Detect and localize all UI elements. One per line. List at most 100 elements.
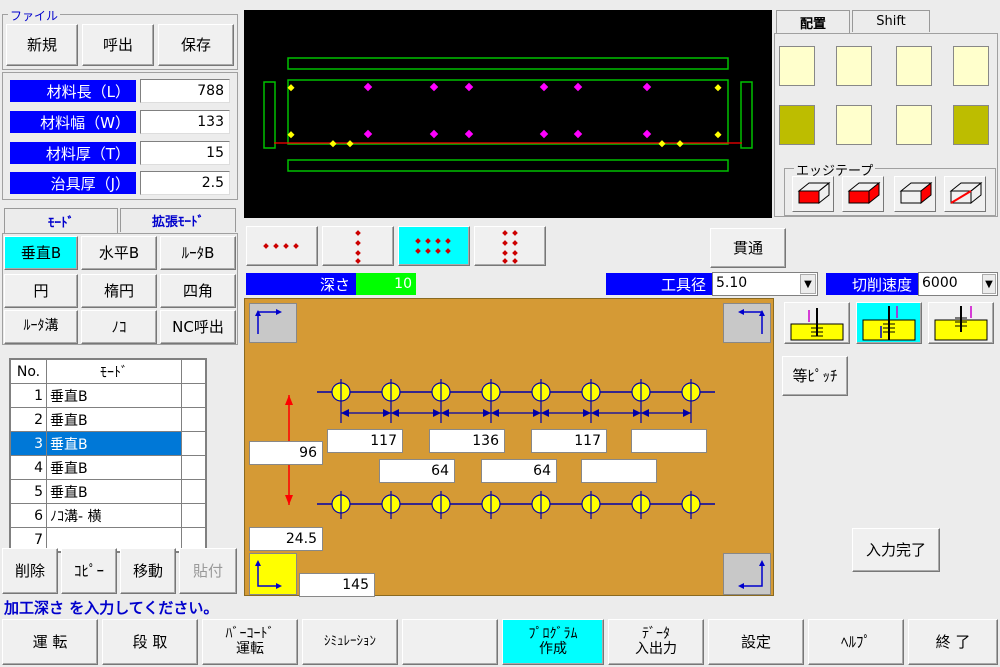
cutting-speed-select[interactable]: 6000 ▼	[918, 272, 998, 296]
mode-saw-button[interactable]: ﾉｺ	[81, 310, 157, 344]
placement-cell[interactable]	[836, 105, 872, 145]
pitch-top-1-field[interactable]: 117	[327, 429, 403, 453]
corner-arrow-icon	[255, 560, 282, 589]
tab-placement[interactable]: 配置	[776, 10, 850, 34]
offset-y-field[interactable]: 24.5	[249, 527, 323, 551]
corner-arrow-icon	[738, 560, 765, 589]
bore-through-icon	[862, 306, 916, 341]
pitch-bottom-2-field[interactable]: 64	[481, 459, 557, 483]
offset-x-field[interactable]: 145	[299, 573, 375, 597]
pattern-double-column-button[interactable]	[474, 226, 546, 266]
data-io-button[interactable]: ﾃﾞｰﾀ 入出力	[608, 619, 704, 665]
placement-cell[interactable]	[896, 46, 932, 86]
status-message: 加工深さ を入力してください。	[4, 599, 219, 617]
jig-thickness-label: 治具厚（J）	[10, 172, 136, 194]
placement-cell[interactable]	[779, 105, 815, 145]
operation-table: No. ﾓｰﾄﾞ 1 垂直B 2 垂直B 3 垂直B 4 垂直B 5 垂直B 6 ﾉｺ溝- …	[9, 358, 207, 553]
table-row[interactable]: 1 垂直B	[10, 383, 206, 408]
edge-tape-button[interactable]	[792, 176, 834, 212]
bore-type-button-selected[interactable]	[856, 302, 922, 344]
pitch-top-3-field[interactable]: 117	[531, 429, 607, 453]
run-button[interactable]: 運 転	[2, 619, 98, 665]
barcode-run-button[interactable]: ﾊﾞｰｺｰﾄﾞ 運転	[202, 619, 298, 665]
save-button[interactable]: 保存	[158, 24, 234, 66]
material-width-label: 材料幅（W）	[10, 111, 136, 133]
mode-horizontal-bore-button[interactable]: 水平B	[81, 236, 157, 270]
bore-type-button[interactable]	[784, 302, 850, 344]
tab-mode[interactable]: ﾓｰﾄﾞ	[4, 208, 118, 234]
corner-top-right-button[interactable]	[723, 303, 771, 343]
cutting-speed-label: 切削速度	[826, 273, 918, 295]
mode-ellipse-button[interactable]: 楕円	[81, 274, 157, 308]
placement-cell[interactable]	[896, 105, 932, 145]
preview-drawing	[263, 57, 753, 172]
placement-cell[interactable]	[779, 46, 815, 86]
edge-tape-icon	[797, 181, 831, 205]
table-row[interactable]: 6 ﾉｺ溝- 横	[10, 503, 206, 528]
mode-nc-call-button[interactable]: NC呼出	[160, 310, 236, 344]
exit-button[interactable]: 終 了	[908, 619, 998, 665]
mode-circle-button[interactable]: 円	[4, 274, 78, 308]
pitch-top-2-field[interactable]: 136	[429, 429, 505, 453]
table-row[interactable]: 2 垂直B	[10, 407, 206, 432]
move-button[interactable]: 移動	[120, 548, 176, 594]
tab-extended-mode[interactable]: 拡張ﾓｰﾄﾞ	[120, 208, 236, 232]
row-distance-field[interactable]: 96	[249, 441, 323, 465]
copy-button[interactable]: ｺﾋﾟｰ	[61, 548, 117, 594]
tool-diameter-select[interactable]: 5.10 ▼	[712, 272, 818, 296]
material-length-field[interactable]: 788	[140, 79, 230, 103]
table-header: No. ﾓｰﾄﾞ	[10, 359, 206, 384]
placement-cell[interactable]	[953, 46, 989, 86]
mode-router-bore-button[interactable]: ﾙｰﾀB	[160, 236, 236, 270]
through-button[interactable]: 貫通	[710, 228, 786, 268]
help-button[interactable]: ﾍﾙﾌﾟ	[808, 619, 904, 665]
corner-bottom-right-button[interactable]	[723, 553, 771, 595]
jig-thickness-field[interactable]: 2.5	[140, 171, 230, 195]
edge-tape-button[interactable]	[944, 176, 986, 212]
bore-double-icon	[934, 306, 988, 341]
setup-button[interactable]: 段 取	[102, 619, 198, 665]
edge-tape-button[interactable]	[842, 176, 884, 212]
pitch-bottom-3-field[interactable]	[581, 459, 657, 483]
equal-pitch-button[interactable]: 等ﾋﾟｯﾁ	[782, 356, 848, 396]
file-group-label: ファイル	[8, 7, 61, 24]
chevron-down-icon[interactable]: ▼	[982, 274, 996, 294]
edge-tape-icon	[899, 181, 933, 205]
table-row-selected[interactable]: 3 垂直B	[10, 431, 206, 456]
table-row[interactable]: 4 垂直B	[10, 455, 206, 480]
new-button[interactable]: 新規	[6, 24, 78, 66]
pitch-bottom-1-field[interactable]: 64	[379, 459, 455, 483]
tab-shift[interactable]: Shift	[852, 10, 930, 32]
edge-tape-icon	[847, 181, 881, 205]
corner-bottom-left-button[interactable]	[249, 553, 297, 595]
pitch-top-4-field[interactable]	[631, 429, 707, 453]
paste-button[interactable]: 貼付	[179, 548, 237, 594]
mode-router-groove-button[interactable]: ﾙｰﾀ溝	[4, 310, 78, 344]
material-thickness-field[interactable]: 15	[140, 141, 230, 165]
bore-type-button[interactable]	[928, 302, 994, 344]
chevron-down-icon[interactable]: ▼	[800, 274, 816, 294]
material-width-field[interactable]: 133	[140, 110, 230, 134]
dots-double-column-icon	[502, 230, 518, 264]
delete-button[interactable]: 削除	[2, 548, 58, 594]
material-length-label: 材料長（L）	[10, 80, 136, 102]
input-done-button[interactable]: 入力完了	[852, 528, 940, 572]
blank-button[interactable]	[402, 619, 498, 665]
corner-top-left-button[interactable]	[249, 303, 297, 343]
depth-input[interactable]: 10	[356, 273, 416, 295]
pattern-single-row-button[interactable]	[246, 226, 318, 266]
pattern-double-row-button[interactable]	[398, 226, 470, 266]
placement-cell[interactable]	[953, 105, 989, 145]
mode-square-button[interactable]: 四角	[160, 274, 236, 308]
settings-button[interactable]: 設定	[708, 619, 804, 665]
open-button[interactable]: 呼出	[82, 24, 154, 66]
pattern-single-column-button[interactable]	[322, 226, 394, 266]
tool-diameter-label: 工具径	[606, 273, 712, 295]
placement-cell[interactable]	[836, 46, 872, 86]
table-row[interactable]: 5 垂直B	[10, 479, 206, 504]
mode-vertical-bore-button[interactable]: 垂直B	[4, 236, 78, 270]
dots-grid-icon	[415, 238, 451, 254]
edge-tape-button[interactable]	[894, 176, 936, 212]
simulation-button[interactable]: ｼﾐｭﾚｰｼｮﾝ	[302, 619, 398, 665]
program-create-button[interactable]: ﾌﾟﾛｸﾞﾗﾑ 作成	[502, 619, 604, 665]
